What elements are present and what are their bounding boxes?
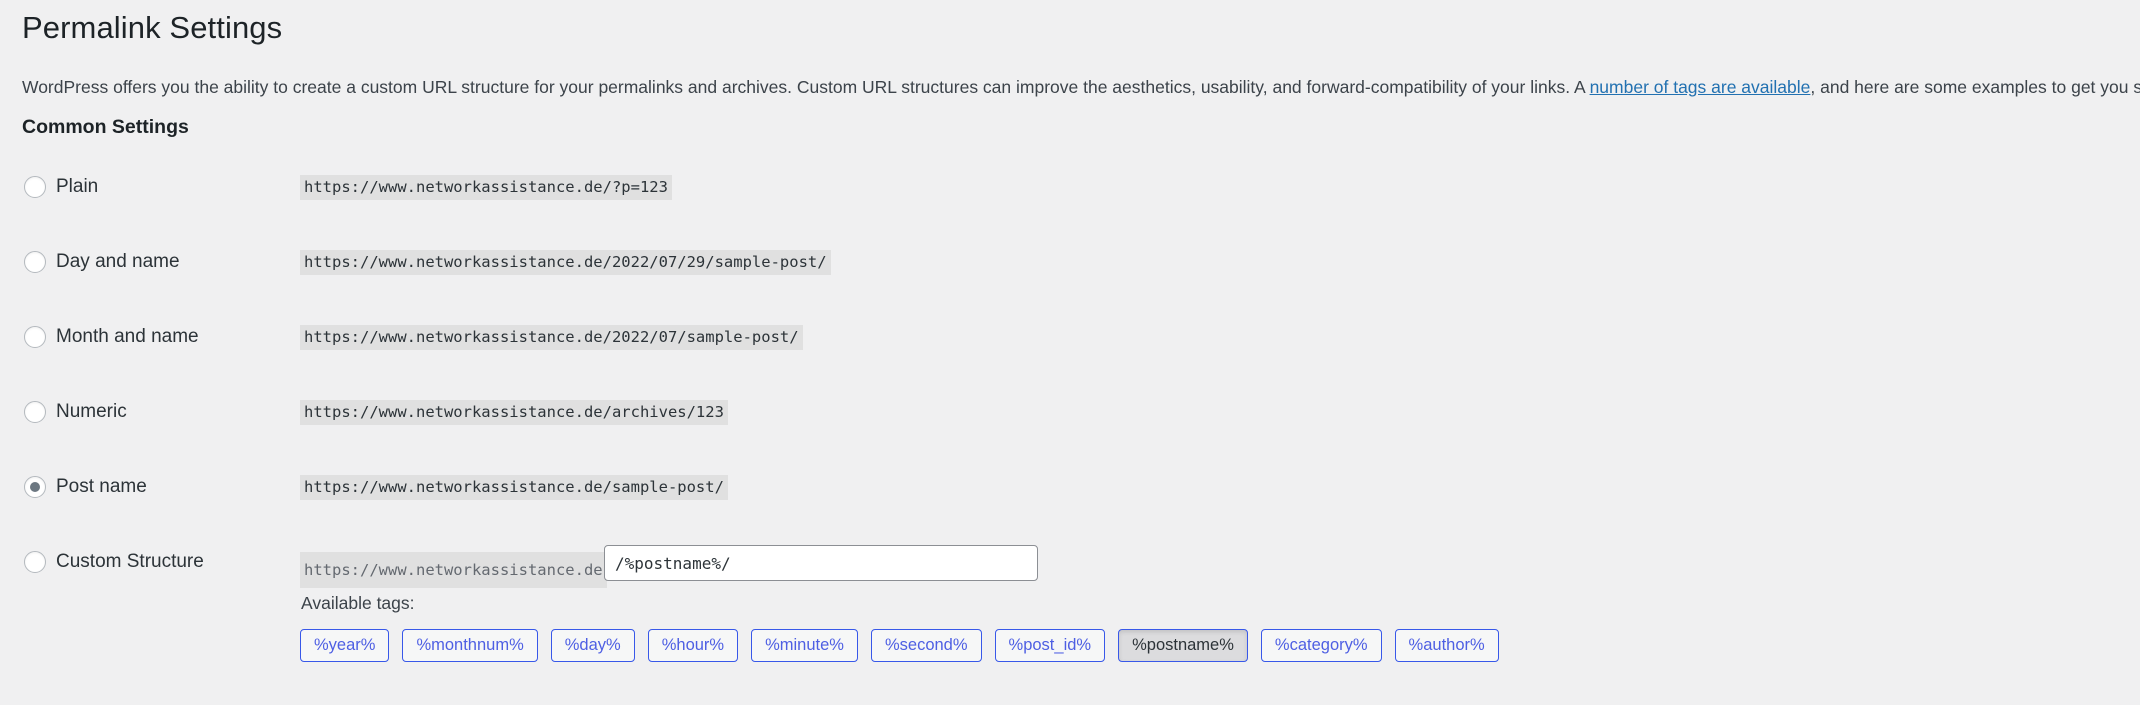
- available-tags-label: Available tags:: [301, 593, 415, 613]
- tag-button-second[interactable]: %second%: [870, 629, 982, 662]
- radio-month-and-name[interactable]: [24, 326, 46, 348]
- radio-label-plain[interactable]: Plain: [56, 173, 98, 201]
- permalink-settings-page: Permalink Settings WordPress offers you …: [0, 0, 2140, 705]
- tag-button-hour[interactable]: %hour%: [647, 629, 739, 662]
- radio-label-numeric[interactable]: Numeric: [56, 398, 127, 426]
- tag-button-year[interactable]: %year%: [300, 629, 390, 662]
- custom-structure-prefix: https://www.networkassistance.de: [300, 552, 607, 588]
- tag-button-minute[interactable]: %minute%: [751, 629, 858, 662]
- page-title: Permalink Settings: [22, 10, 283, 45]
- common-settings-heading: Common Settings: [22, 116, 189, 138]
- radio-label-custom-structure[interactable]: Custom Structure: [56, 548, 204, 576]
- custom-structure-input[interactable]: [604, 545, 1038, 581]
- example-url-plain: https://www.networkassistance.de/?p=123: [300, 175, 672, 200]
- tag-button-category[interactable]: %category%: [1260, 629, 1382, 662]
- radio-day-and-name[interactable]: [24, 251, 46, 273]
- example-url-numeric: https://www.networkassistance.de/archive…: [300, 400, 728, 425]
- page-description-text-before-link: WordPress offers you the ability to crea…: [22, 77, 1590, 97]
- tag-button-author[interactable]: %author%: [1394, 629, 1499, 662]
- permalink-option-row[interactable]: Numeric https://www.networkassistance.de…: [0, 398, 2140, 476]
- permalink-option-row[interactable]: Post name https://www.networkassistance.…: [0, 473, 2140, 551]
- available-tags-list: %year% %monthnum% %day% %hour% %minute% …: [300, 629, 1499, 662]
- permalink-option-row[interactable]: Plain https://www.networkassistance.de/?…: [0, 173, 2140, 251]
- tag-button-post-id[interactable]: %post_id%: [994, 629, 1106, 662]
- permalink-option-row[interactable]: Day and name https://www.networkassistan…: [0, 248, 2140, 326]
- permalink-options-list: Plain https://www.networkassistance.de/?…: [0, 173, 2140, 662]
- radio-label-post-name[interactable]: Post name: [56, 473, 147, 501]
- radio-plain[interactable]: [24, 176, 46, 198]
- radio-post-name[interactable]: [24, 476, 46, 498]
- radio-label-month-and-name[interactable]: Month and name: [56, 323, 199, 351]
- tag-button-postname[interactable]: %postname%: [1118, 629, 1248, 662]
- radio-custom-structure[interactable]: [24, 551, 46, 573]
- example-url-day-and-name: https://www.networkassistance.de/2022/07…: [300, 250, 831, 275]
- page-description-text-after-link: , and here are some examples to get you …: [1810, 77, 2140, 97]
- permalink-option-row[interactable]: Month and name https://www.networkassist…: [0, 323, 2140, 401]
- example-url-post-name: https://www.networkassistance.de/sample-…: [300, 475, 728, 500]
- tag-button-day[interactable]: %day%: [550, 629, 635, 662]
- radio-label-day-and-name[interactable]: Day and name: [56, 248, 180, 276]
- page-description: WordPress offers you the ability to crea…: [22, 74, 2140, 100]
- tag-button-monthnum[interactable]: %monthnum%: [402, 629, 538, 662]
- example-url-month-and-name: https://www.networkassistance.de/2022/07…: [300, 325, 803, 350]
- available-tags-link[interactable]: number of tags are available: [1590, 77, 1811, 97]
- radio-numeric[interactable]: [24, 401, 46, 423]
